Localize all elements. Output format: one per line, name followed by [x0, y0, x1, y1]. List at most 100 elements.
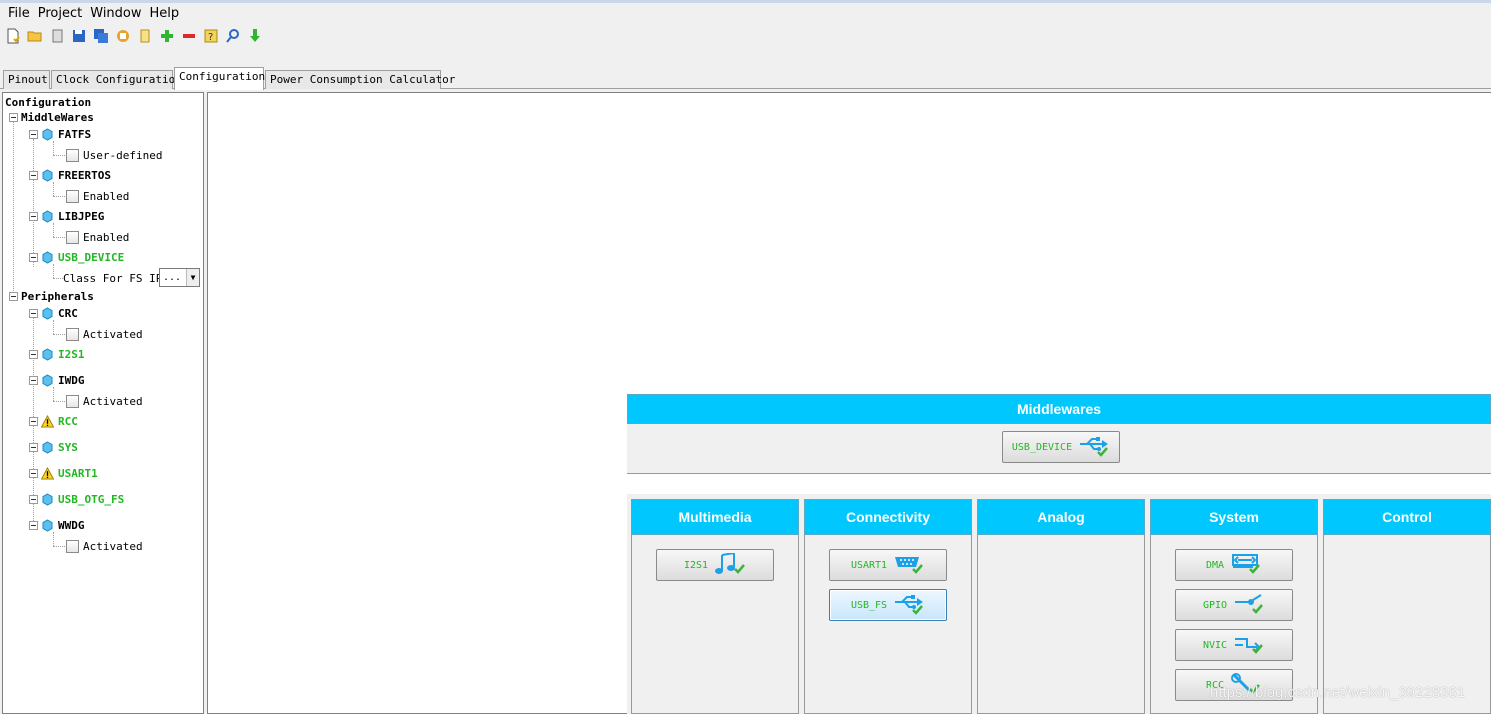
freertos-enabled-checkbox[interactable] — [66, 189, 79, 203]
music-note-icon — [714, 551, 746, 578]
serial-port-icon — [893, 553, 925, 578]
collapse-icon[interactable] — [29, 129, 38, 139]
crc-activated-checkbox[interactable] — [66, 327, 79, 341]
gpio-button[interactable]: GPIO — [1175, 589, 1293, 621]
libjpeg-enabled-checkbox[interactable] — [66, 230, 79, 244]
gear-icon — [41, 373, 54, 387]
dma-button[interactable]: DMA — [1175, 549, 1293, 581]
collapse-icon[interactable] — [29, 520, 38, 530]
libjpeg-option-label: Enabled — [83, 230, 130, 244]
open-folder-icon[interactable] — [25, 27, 44, 46]
search-icon[interactable] — [223, 27, 242, 46]
usart1-button[interactable]: USART1 — [829, 549, 947, 581]
usb-fs-button[interactable]: USB_FS — [829, 589, 947, 621]
category-control: Control — [1323, 499, 1491, 714]
tab-bar: Pinout Clock Configuration Configuration… — [0, 66, 1491, 90]
tree-item-freertos-label: FREERTOS — [58, 168, 111, 182]
save-all-icon[interactable] — [91, 27, 110, 46]
collapse-icon[interactable] — [29, 349, 38, 359]
usb-fs-button-label: USB_FS — [850, 599, 888, 611]
collapse-icon[interactable] — [29, 416, 38, 426]
gpio-button-label: GPIO — [1202, 599, 1228, 611]
usb-device-button[interactable]: USB_DEVICE — [1002, 431, 1120, 463]
script-icon[interactable] — [135, 27, 154, 46]
help-icon[interactable]: ? — [201, 27, 220, 46]
tree-option-crc[interactable]: Activated — [66, 326, 143, 342]
collapse-icon[interactable] — [9, 291, 18, 301]
toolbar: ? — [0, 24, 1491, 48]
category-analog: Analog — [977, 499, 1145, 714]
menu-file[interactable]: File — [4, 5, 34, 23]
usb-device-class-dropdown[interactable]: ... ▼ — [159, 268, 200, 287]
tree-item-usart1-label: USART1 — [58, 466, 98, 480]
tree-item-usb-otg-fs[interactable]: USB_OTG_FS — [29, 491, 124, 507]
usart1-button-label: USART1 — [850, 559, 888, 571]
tree-option-fatfs[interactable]: User-defined — [66, 147, 162, 163]
collapse-icon[interactable] — [29, 211, 38, 221]
fatfs-user-defined-checkbox[interactable] — [66, 148, 79, 162]
interrupt-icon — [1233, 633, 1265, 658]
nvic-button-label: NVIC — [1202, 639, 1228, 651]
tree-item-crc[interactable]: CRC — [29, 305, 78, 321]
tree-option-iwdg[interactable]: Activated — [66, 393, 143, 409]
menu-window[interactable]: Window — [86, 5, 145, 23]
tree-item-sys[interactable]: SYS — [29, 439, 78, 455]
menu-help[interactable]: Help — [146, 5, 184, 23]
tree-item-usb-device[interactable]: USB_DEVICE — [29, 249, 124, 265]
collapse-icon[interactable] — [29, 494, 38, 504]
tab-clock-configuration[interactable]: Clock Configuration — [51, 70, 182, 89]
generate-report-icon[interactable] — [113, 27, 132, 46]
i2s1-button-label: I2S1 — [683, 559, 709, 571]
wwdg-activated-checkbox[interactable] — [66, 539, 79, 553]
tree-item-i2s1[interactable]: I2S1 — [29, 346, 85, 362]
gear-icon — [41, 250, 54, 264]
tree-item-fatfs[interactable]: FATFS — [29, 126, 91, 142]
add-icon[interactable] — [157, 27, 176, 46]
collapse-icon[interactable] — [29, 375, 38, 385]
collapse-icon[interactable] — [29, 468, 38, 478]
collapse-icon[interactable] — [29, 252, 38, 262]
tree-option-libjpeg[interactable]: Enabled — [66, 229, 129, 245]
download-icon[interactable] — [245, 27, 264, 46]
menu-bar: File Project Window Help — [0, 0, 1491, 24]
tree-item-rcc[interactable]: RCC — [29, 413, 78, 429]
freertos-option-label: Enabled — [83, 189, 130, 203]
usb-icon — [893, 593, 925, 618]
collapse-icon[interactable] — [29, 170, 38, 180]
collapse-icon[interactable] — [9, 112, 18, 122]
new-project-icon[interactable] — [3, 27, 22, 46]
tree-item-iwdg[interactable]: IWDG — [29, 372, 85, 388]
nvic-button[interactable]: NVIC — [1175, 629, 1293, 661]
collapse-icon[interactable] — [29, 308, 38, 318]
tree-option-wwdg[interactable]: Activated — [66, 538, 143, 554]
tab-power-consumption-calculator[interactable]: Power Consumption Calculator — [265, 70, 455, 89]
tree-option-freertos[interactable]: Enabled — [66, 188, 129, 204]
tree-item-freertos[interactable]: FREERTOS — [29, 167, 111, 183]
menu-project[interactable]: Project — [34, 5, 86, 23]
chevron-down-icon[interactable]: ▼ — [186, 269, 199, 286]
iwdg-activated-checkbox[interactable] — [66, 394, 79, 408]
gear-icon — [41, 209, 54, 223]
category-control-header: Control — [1323, 499, 1491, 535]
save-icon[interactable] — [69, 27, 88, 46]
category-connectivity-header: Connectivity — [804, 499, 972, 535]
crc-option-label: Activated — [83, 327, 143, 341]
tab-pinout[interactable]: Pinout — [3, 70, 50, 89]
tree-item-libjpeg[interactable]: LIBJPEG — [29, 208, 104, 224]
copy-icon[interactable] — [47, 27, 66, 46]
tree-middlewares[interactable]: MiddleWares — [9, 109, 94, 125]
collapse-icon[interactable] — [29, 442, 38, 452]
gear-icon — [41, 127, 54, 141]
tree-item-wwdg[interactable]: WWDG — [29, 517, 85, 533]
tree-item-usb-device-label: USB_DEVICE — [58, 250, 125, 264]
tree-peripherals[interactable]: Peripherals — [9, 288, 94, 304]
i2s1-button[interactable]: I2S1 — [656, 549, 774, 581]
wwdg-option-label: Activated — [83, 539, 143, 553]
tree-item-usart1[interactable]: USART1 — [29, 465, 98, 481]
remove-icon[interactable] — [179, 27, 198, 46]
iwdg-option-label: Activated — [83, 394, 143, 408]
tree-root[interactable]: Configuration — [5, 94, 91, 110]
tree-option-usb-device: Class For FS IP — [63, 270, 162, 286]
tree-item-wwdg-label: WWDG — [58, 518, 85, 532]
tab-configuration[interactable]: Configuration — [174, 67, 265, 90]
